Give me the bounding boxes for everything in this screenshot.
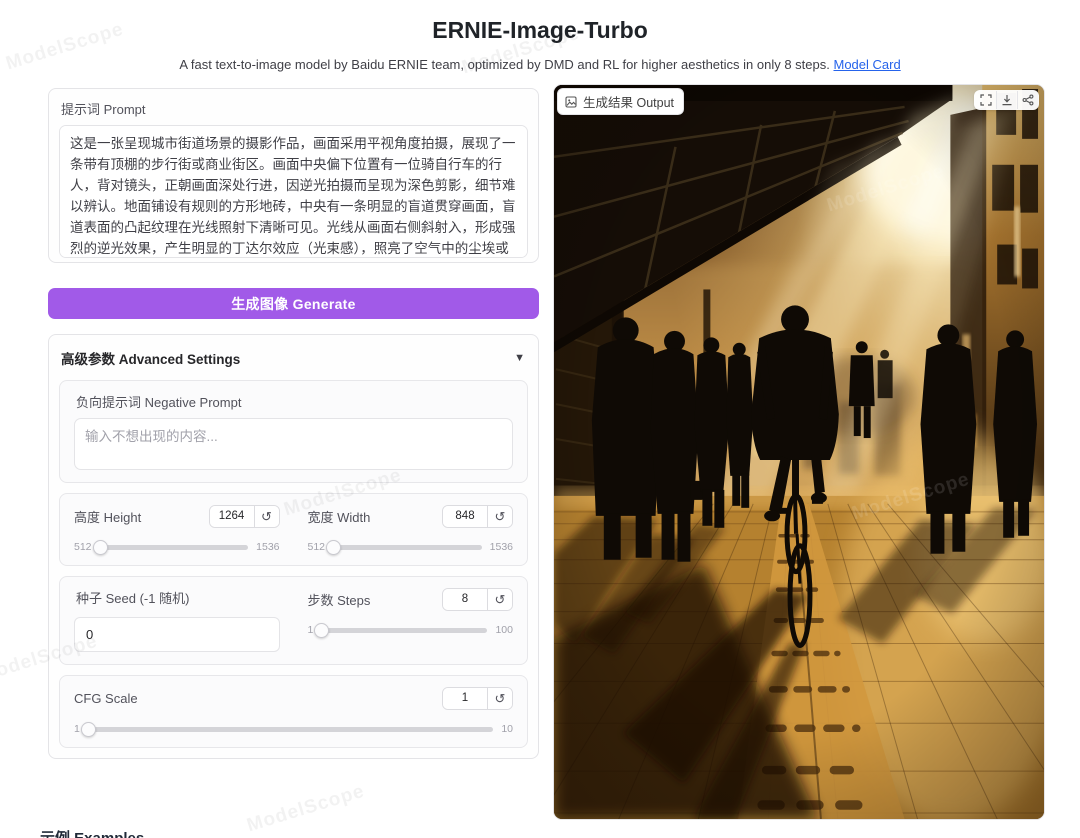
- output-panel: 生成结果 Output: [553, 84, 1045, 820]
- cfg-max-label: 10: [501, 723, 513, 735]
- steps-slider-handle[interactable]: [314, 622, 330, 638]
- height-min-label: 512: [74, 541, 92, 553]
- prompt-input[interactable]: 这是一张呈现城市街道场景的摄影作品，画面采用平视角度拍摄，展现了一条带有顶棚的步…: [59, 125, 528, 258]
- watermark: ModelScope: [244, 780, 368, 837]
- height-max-label: 1536: [256, 541, 280, 553]
- image-icon: [565, 95, 577, 108]
- reset-icon[interactable]: ↺: [487, 687, 512, 709]
- advanced-settings-title: 高级参数 Advanced Settings: [61, 352, 241, 367]
- generated-image[interactable]: [554, 85, 1044, 819]
- height-slider-block: 高度 Height ↺ 512 1536: [74, 504, 280, 555]
- steps-max-label: 100: [495, 624, 513, 636]
- width-slider-block: 宽度 Width ↺ 512 1536: [307, 504, 513, 555]
- fullscreen-icon[interactable]: [975, 91, 996, 109]
- width-max-label: 1536: [489, 541, 513, 553]
- examples-heading: 示例 Examples: [40, 827, 144, 838]
- negative-prompt-group: 负向提示词 Negative Prompt: [59, 380, 528, 483]
- cfg-group: CFG Scale ↺ 1 10: [59, 675, 528, 748]
- output-label: 生成结果 Output: [583, 96, 674, 110]
- generate-button[interactable]: 生成图像 Generate: [48, 288, 539, 319]
- seed-input[interactable]: [74, 617, 280, 652]
- height-number-group: ↺: [208, 504, 280, 528]
- reset-icon[interactable]: ↺: [253, 505, 279, 527]
- seed-label: 种子 Seed (-1 随机): [76, 591, 190, 606]
- cfg-value-input[interactable]: [443, 687, 487, 709]
- page-title: ERNIE-Image-Turbo: [432, 17, 648, 43]
- advanced-settings-panel: 高级参数 Advanced Settings ▼ 负向提示词 Negative …: [48, 334, 539, 759]
- app-subtitle: A fast text-to-image model by Baidu ERNI…: [0, 57, 1080, 72]
- download-icon[interactable]: [996, 91, 1017, 109]
- model-card-link[interactable]: Model Card: [833, 57, 900, 72]
- cfg-label: CFG Scale: [74, 690, 138, 706]
- height-value-input[interactable]: [209, 505, 254, 527]
- width-number-group: ↺: [442, 504, 513, 528]
- chevron-down-icon[interactable]: ▼: [514, 352, 525, 364]
- steps-min-label: 1: [307, 624, 314, 636]
- advanced-settings-accordion[interactable]: 高级参数 Advanced Settings ▼: [59, 344, 528, 370]
- prompt-label: 提示词 Prompt: [61, 102, 146, 117]
- output-toolbar: [974, 90, 1039, 110]
- app-header: ERNIE-Image-Turbo A fast text-to-image m…: [0, 0, 1080, 72]
- size-group: 高度 Height ↺ 512 1536: [59, 493, 528, 566]
- steps-number-group: ↺: [442, 587, 513, 611]
- height-slider[interactable]: [92, 539, 249, 555]
- width-value-input[interactable]: [443, 505, 487, 527]
- reset-icon[interactable]: ↺: [487, 588, 512, 610]
- height-slider-handle[interactable]: [92, 539, 108, 555]
- subtitle-text: A fast text-to-image model by Baidu ERNI…: [179, 57, 830, 72]
- width-slider-handle[interactable]: [326, 539, 342, 555]
- steps-slider-block: 步数 Steps ↺ 1 100: [307, 587, 513, 652]
- prompt-panel: 提示词 Prompt 这是一张呈现城市街道场景的摄影作品，画面采用平视角度拍摄，…: [48, 88, 539, 263]
- negative-prompt-input[interactable]: [74, 418, 513, 470]
- cfg-slider-handle[interactable]: [80, 721, 96, 737]
- controls-column: 提示词 Prompt 这是一张呈现城市街道场景的摄影作品，画面采用平视角度拍摄，…: [48, 88, 539, 759]
- width-label: 宽度 Width: [307, 509, 371, 525]
- seed-block: 种子 Seed (-1 随机): [74, 587, 280, 652]
- steps-label: 步数 Steps: [307, 592, 371, 608]
- share-icon[interactable]: [1017, 91, 1038, 109]
- steps-value-input[interactable]: [443, 588, 487, 610]
- width-min-label: 512: [307, 541, 326, 553]
- negative-prompt-label: 负向提示词 Negative Prompt: [76, 395, 242, 410]
- reset-icon[interactable]: ↺: [487, 505, 512, 527]
- cfg-min-label: 1: [74, 723, 80, 735]
- cfg-slider[interactable]: [80, 721, 494, 737]
- cfg-number-group: ↺: [442, 686, 513, 710]
- seed-steps-group: 种子 Seed (-1 随机) 步数 Steps ↺ 1: [59, 576, 528, 665]
- output-column: 生成结果 Output: [553, 84, 1045, 820]
- width-slider[interactable]: [326, 539, 482, 555]
- steps-slider[interactable]: [314, 622, 488, 638]
- output-label-chip: 生成结果 Output: [557, 88, 684, 115]
- height-label: 高度 Height: [74, 509, 142, 525]
